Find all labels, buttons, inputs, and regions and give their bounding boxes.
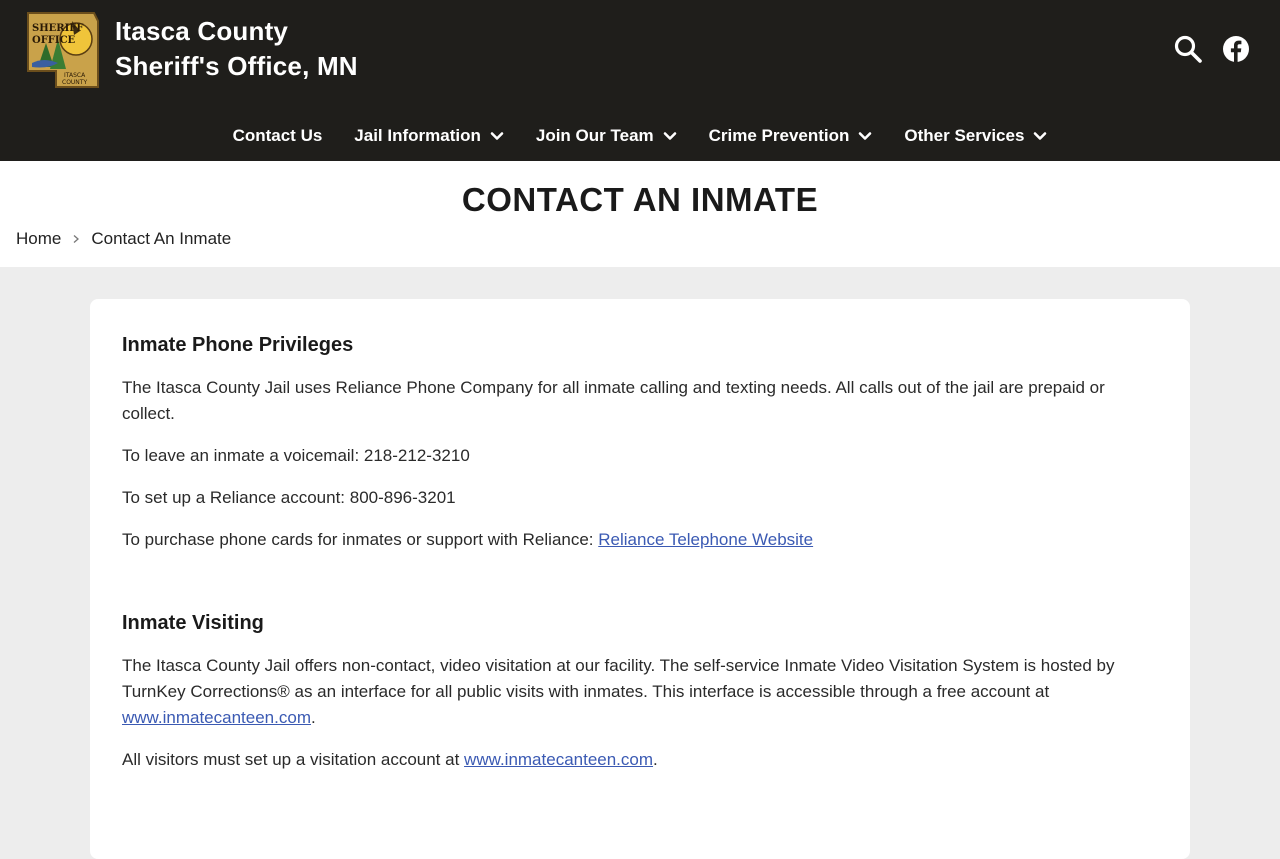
visiting-paragraph-1: The Itasca County Jail offers non-contac… [122,653,1158,731]
chevron-down-icon [663,132,676,140]
content-body: Inmate Phone Privileges The Itasca Count… [122,331,1158,789]
nav-other-services[interactable]: Other Services [888,120,1063,152]
sheriff-logo[interactable]: SHERIFF OFFICE ITASCA COUNTY [24,11,100,89]
reliance-account-paragraph: To set up a Reliance account: 800-896-32… [122,488,456,507]
visiting-text: The Itasca County Jail offers non-contac… [122,656,1115,701]
nav-label: Crime Prevention [708,126,850,145]
site-header: SHERIFF OFFICE ITASCA COUNTY Itasca Coun… [0,0,1280,161]
phone-privileges-heading: Inmate Phone Privileges [122,334,354,356]
visiting-paragraph-2: All visitors must set up a visitation ac… [122,747,1158,773]
page-title: CONTACT AN INMATE [461,181,819,218]
content-card: Inmate Phone Privileges The Itasca Count… [90,299,1190,859]
breadcrumb-home-link[interactable]: Home [16,229,61,249]
inmatecanteen-link[interactable]: www.inmatecanteen.com [464,750,653,769]
site-title-line2: Sheriff's Office, MN [115,51,358,81]
main-nav: Contact Us Jail Information Join Our Tea… [0,120,1280,152]
facebook-icon[interactable] [1221,34,1251,64]
voicemail-paragraph: To leave an inmate a voicemail: 218-212-… [122,446,470,465]
nav-label: Jail Information [354,126,481,145]
svg-text:OFFICE: OFFICE [32,35,76,46]
site-title[interactable]: Itasca County Sheriff's Office, MN [115,14,358,84]
nav-join-our-team[interactable]: Join Our Team [520,120,693,152]
nav-label: Contact Us [232,126,323,145]
nav-contact-us[interactable]: Contact Us [217,120,339,152]
phone-paragraph-1: The Itasca County Jail uses Reliance Pho… [122,378,1105,423]
phone-cards-text: To purchase phone cards for inmates or s… [122,530,599,549]
chevron-down-icon [859,132,872,140]
nav-label: Other Services [904,126,1025,145]
chevron-down-icon [1034,132,1047,140]
breadcrumb-current: Contact An Inmate [91,229,232,248]
page-title-band: CONTACT AN INMATE Home Contact An Inmate [0,161,1280,267]
visiting-account-text: All visitors must set up a visitation ac… [122,750,465,769]
svg-text:COUNTY: COUNTY [62,79,87,86]
punctuation: . [310,708,316,727]
nav-crime-prevention[interactable]: Crime Prevention [693,120,889,152]
reliance-website-link[interactable]: Reliance Telephone Website [598,530,813,549]
inmatecanteen-link[interactable]: www.inmatecanteen.com [122,708,311,727]
nav-jail-information[interactable]: Jail Information [338,120,520,152]
inmate-visiting-heading: Inmate Visiting [122,612,264,634]
search-icon[interactable] [1173,34,1203,64]
chevron-right-icon [73,235,80,243]
svg-text:SHERIFF: SHERIFF [32,23,83,34]
nav-label: Join Our Team [535,126,654,145]
site-title-line1: Itasca County [115,16,289,46]
svg-text:ITASCA: ITASCA [64,72,86,79]
phone-cards-paragraph: To purchase phone cards for inmates or s… [122,527,1158,553]
punctuation: . [653,750,658,769]
chevron-down-icon [490,132,504,140]
breadcrumb: Home Contact An Inmate [16,229,231,249]
